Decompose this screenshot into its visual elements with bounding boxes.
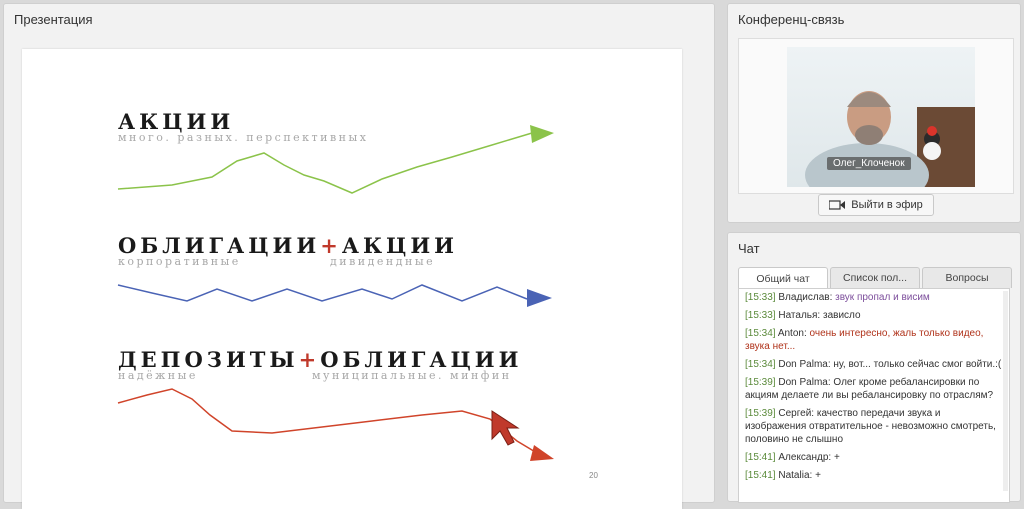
municipal-subtitle: муниципальные. минфин <box>312 369 512 382</box>
message-timestamp: [15:39] <box>745 377 776 388</box>
message-author: Don Palma: <box>775 377 834 388</box>
message-timestamp: [15:34] <box>745 359 776 370</box>
message-timestamp: [15:41] <box>745 452 776 463</box>
chat-message: [15:39] Сергей: качество передачи звука … <box>745 407 1003 446</box>
message-author: Anton: <box>775 328 810 339</box>
message-text: + <box>815 470 821 481</box>
message-author: Наталья: <box>775 310 823 321</box>
chat-tabs: Общий чат Список пол... Вопросы <box>738 267 1014 289</box>
chat-message: [15:41] Natalia: + <box>745 469 1003 482</box>
chat-messages: [15:33] Владислав: звук пропал и висим [1… <box>745 291 1003 482</box>
chat-message: [15:39] Don Palma: Олег кроме ребалансир… <box>745 376 1003 402</box>
chat-message: [15:34] Anton: очень интересно, жаль тол… <box>745 327 1003 353</box>
camera-icon <box>829 200 846 210</box>
message-author: Natalia: <box>775 470 816 481</box>
chat-title: Чат <box>738 241 760 256</box>
message-timestamp: [15:33] <box>745 292 776 303</box>
slide-page-number: 20 <box>589 471 598 480</box>
conference-panel: Конференц-связь Олег_Клоченок Выйти в эф… <box>727 3 1021 223</box>
stocks-subtitle: много. разных. перспективных <box>118 131 369 144</box>
message-timestamp: [15:34] <box>745 328 776 339</box>
video-feed[interactable]: Олег_Клоченок <box>738 38 1014 194</box>
bonds-subtitle: корпоративные <box>118 255 241 268</box>
conference-title: Конференц-связь <box>738 12 845 27</box>
message-author: Don Palma: <box>775 359 834 370</box>
deposits-subtitle: надёжные <box>118 369 198 382</box>
stocks-dividend-subtitle: дивидендные <box>330 255 436 268</box>
chat-scrollbar[interactable] <box>1003 291 1008 491</box>
message-text: + <box>833 452 840 463</box>
message-text: звук пропал и висим <box>835 292 930 303</box>
chat-message: [15:34] Don Palma: ну, вот... только сей… <box>745 358 1003 371</box>
message-timestamp: [15:41] <box>745 470 776 481</box>
stocks-arrow-head <box>530 125 554 143</box>
tab-general-chat[interactable]: Общий чат <box>738 267 828 289</box>
chat-panel: Чат Общий чат Список пол... Вопросы [15:… <box>727 232 1021 503</box>
chat-message: [15:33] Наталья: зависло <box>745 309 1003 322</box>
deposits-bonds-arrow-head <box>530 445 554 461</box>
presentation-panel: Презентация АКЦИИ много. разных. перспек… <box>3 3 715 509</box>
message-author: Сергей: <box>775 408 817 419</box>
message-text: ну, вот... только сейчас смог войти.:( <box>833 359 1002 370</box>
message-author: Владислав: <box>775 292 836 303</box>
go-live-button[interactable]: Выйти в эфир <box>818 194 934 216</box>
chat-message: [15:33] Владислав: звук пропал и висим <box>745 291 1003 304</box>
presentation-slide: АКЦИИ много. разных. перспективных ОБЛИГ… <box>22 49 682 509</box>
deposits-bonds-trend-line <box>117 388 538 454</box>
message-text: зависло <box>822 310 861 321</box>
tab-participants-list[interactable]: Список пол... <box>830 267 920 288</box>
bonds-stocks-arrow-head <box>527 289 552 307</box>
participant-name-tag: Олег_Клоченок <box>827 157 911 170</box>
message-author: Александр: <box>775 452 834 463</box>
chat-message: [15:41] Александр: + <box>745 451 1003 464</box>
tab-questions[interactable]: Вопросы <box>922 267 1012 288</box>
go-live-label: Выйти в эфир <box>851 199 923 211</box>
presentation-title: Презентация <box>14 12 93 27</box>
cursor-icon <box>491 410 520 446</box>
message-timestamp: [15:33] <box>745 310 776 321</box>
bonds-stocks-trend-line <box>117 284 528 302</box>
chat-message-list[interactable]: [15:33] Владислав: звук пропал и висим [1… <box>738 288 1010 503</box>
message-timestamp: [15:39] <box>745 408 776 419</box>
